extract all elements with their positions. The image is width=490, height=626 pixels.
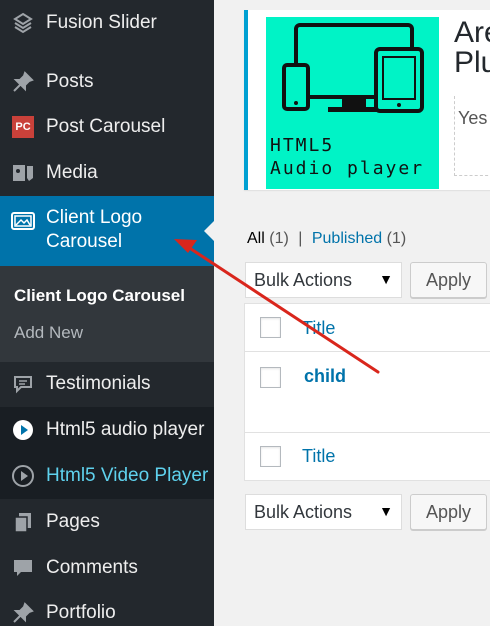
- menu-label: Comments: [46, 557, 138, 578]
- posts-table: Title child Title: [244, 303, 490, 481]
- apply-button-bottom[interactable]: Apply: [410, 494, 487, 530]
- menu-label: Fusion Slider: [46, 12, 157, 33]
- column-footer-title[interactable]: Title: [302, 446, 335, 467]
- html5-audio-player-promo-image: HTML5 Audio player: [266, 17, 439, 189]
- menu-item-fusion-slider[interactable]: Fusion Slider: [0, 0, 214, 46]
- testimonial-icon: [0, 373, 46, 395]
- notice-heading-line-2: Plu: [454, 46, 490, 79]
- main-content: HTML5 Audio player Are Plu Yes All (1) |…: [214, 0, 490, 626]
- menu-item-testimonials[interactable]: Testimonials: [0, 361, 214, 407]
- apply-button-top[interactable]: Apply: [410, 262, 487, 298]
- select-all-checkbox-bottom[interactable]: [260, 446, 281, 467]
- play-circle-outline-icon: [0, 464, 46, 488]
- menu-label: Posts: [46, 71, 94, 92]
- notice-heading-line-1: Are: [454, 16, 490, 49]
- submenu: Client Logo Carousel Add New: [0, 266, 214, 362]
- pc-badge: PC: [12, 116, 34, 138]
- image-frame-icon: [0, 210, 46, 232]
- column-header-title[interactable]: Title: [302, 318, 335, 339]
- menu-item-pages[interactable]: Pages: [0, 499, 214, 545]
- menu-label: Html5 Video Player: [46, 465, 209, 486]
- menu-label: Pages: [46, 511, 100, 532]
- menu-item-html5-video-player[interactable]: Html5 Video Player: [0, 453, 214, 499]
- notice-text: Yes: [458, 108, 488, 128]
- menu-item-media[interactable]: Media: [0, 150, 214, 196]
- menu-item-portfolio[interactable]: Portfolio: [0, 590, 214, 626]
- admin-sidebar: Fusion Slider Posts PC Post Carousel Med…: [0, 0, 214, 626]
- dropdown-caret-icon: ▼: [379, 503, 393, 519]
- bulk-actions-select-bottom[interactable]: Bulk Actions ▼: [245, 494, 402, 530]
- comment-icon: [0, 557, 46, 579]
- submenu-item-client-logo-carousel[interactable]: Client Logo Carousel: [14, 286, 185, 306]
- menu-item-html5-audio-player[interactable]: Html5 audio player: [0, 407, 214, 453]
- menu-label: Testimonials: [46, 373, 151, 394]
- row-checkbox[interactable]: [260, 367, 281, 388]
- fusion-slider-icon: [0, 12, 46, 34]
- dropdown-caret-icon: ▼: [379, 271, 393, 287]
- menu-label: Html5 audio player: [46, 419, 205, 440]
- menu-label: Post Carousel: [46, 116, 166, 137]
- select-all-checkbox[interactable]: [260, 317, 281, 338]
- play-circle-icon: [0, 418, 46, 442]
- menu-item-comments[interactable]: Comments: [0, 545, 214, 591]
- bulk-actions-select-top[interactable]: Bulk Actions ▼: [245, 262, 402, 298]
- promo-line-1: HTML5: [270, 135, 335, 156]
- menu-item-post-carousel[interactable]: PC Post Carousel: [0, 104, 214, 150]
- menu-label: Client Logo Carousel: [46, 207, 143, 252]
- current-menu-pointer: [204, 221, 214, 241]
- bulk-actions-value: Bulk Actions: [254, 269, 353, 290]
- status-filter-links: All (1) | Published (1): [247, 230, 406, 248]
- promo-line-2: Audio player: [270, 158, 425, 179]
- filter-separator: |: [298, 230, 303, 247]
- pc-badge-icon: PC: [0, 116, 46, 138]
- filter-all-count: (1): [269, 230, 289, 247]
- devices-icon: [282, 23, 424, 113]
- filter-published-count: (1): [386, 230, 407, 247]
- bulk-actions-value: Bulk Actions: [254, 501, 353, 522]
- menu-item-posts[interactable]: Posts: [0, 59, 214, 105]
- pages-icon: [0, 511, 46, 533]
- media-icon: [0, 162, 46, 184]
- admin-notice: HTML5 Audio player Are Plu Yes: [244, 10, 490, 190]
- filter-all[interactable]: All: [247, 230, 265, 247]
- table-footer-row: Title: [245, 432, 490, 482]
- pin-icon: [0, 602, 46, 624]
- pin-icon: [0, 71, 46, 93]
- menu-item-client-logo-carousel[interactable]: Client Logo Carousel: [0, 196, 214, 266]
- filter-published[interactable]: Published: [312, 230, 382, 247]
- table-row: child: [245, 352, 490, 432]
- table-header-row: Title: [245, 304, 490, 352]
- row-title-link[interactable]: child: [304, 366, 346, 387]
- submenu-item-add-new[interactable]: Add New: [14, 323, 83, 343]
- menu-label: Portfolio: [46, 602, 116, 623]
- menu-label: Media: [46, 162, 98, 183]
